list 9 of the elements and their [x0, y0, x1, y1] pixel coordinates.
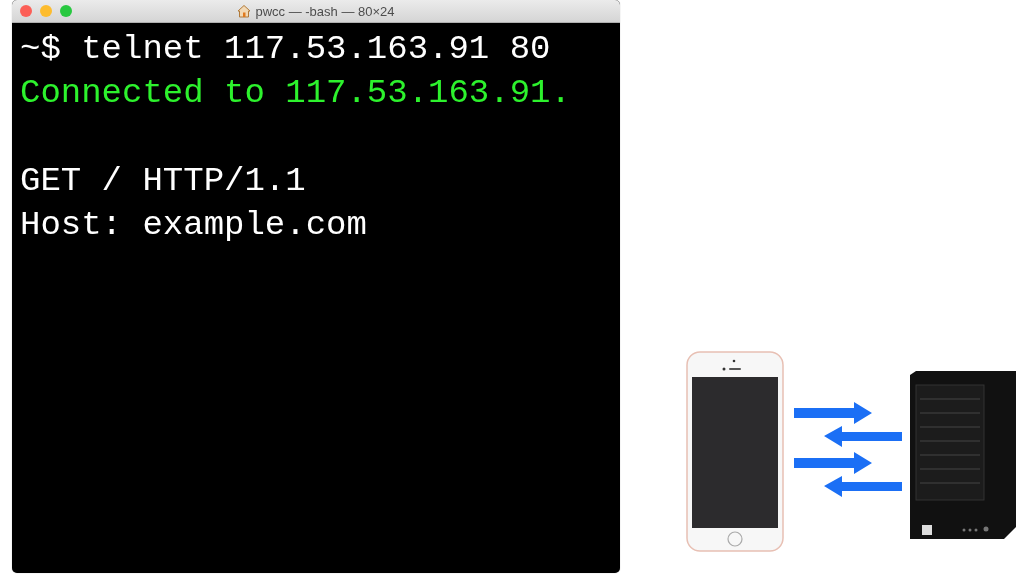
terminal-input-line: Host: example.com: [20, 205, 367, 246]
terminal-input-line: GET / HTTP/1.1: [20, 161, 306, 202]
terminal-input-line: ~$ telnet 117.53.163.91 80: [20, 29, 551, 70]
house-icon: [237, 4, 252, 18]
minimize-button[interactable]: [40, 5, 52, 17]
window-title: pwcc — -bash — 80×24: [255, 3, 395, 19]
terminal-output-line: Connected to 117.53.163.91.: [20, 73, 571, 114]
zoom-button[interactable]: [60, 5, 72, 17]
close-button[interactable]: [20, 5, 32, 17]
